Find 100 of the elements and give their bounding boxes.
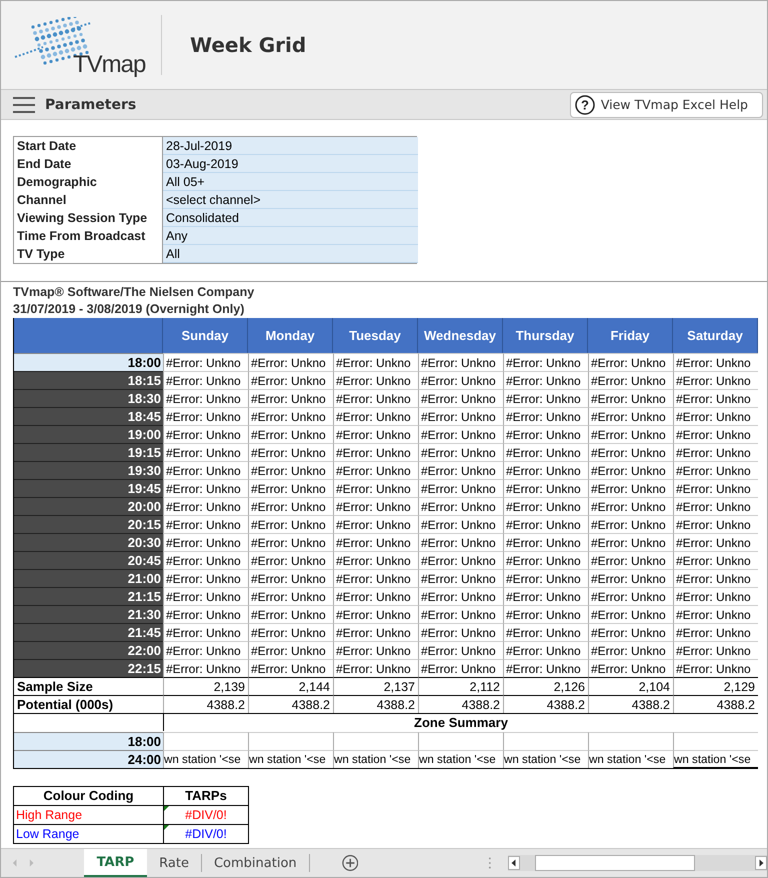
table-cell: #Error: Unkno [503, 497, 588, 515]
table-cell: #Error: Unkno [333, 389, 418, 407]
legend-label: Low Range [15, 826, 80, 843]
table-cell: #Error: Unkno [163, 623, 248, 641]
day-header: Wednesday [418, 318, 503, 353]
horizontal-scrollbar[interactable] [508, 855, 767, 871]
parameter-value[interactable]: Any [163, 227, 418, 245]
table-cell: #Error: Unkno [588, 479, 673, 497]
table-cell: #Error: Unkno [333, 551, 418, 569]
table-cell: #Error: Unkno [588, 425, 673, 443]
table-cell: #Error: Unkno [503, 515, 588, 533]
table-cell: #Error: Unkno [673, 371, 758, 389]
table-cell: #Error: Unkno [333, 371, 418, 389]
table-cell: wn station '<se [163, 750, 248, 768]
table-cell: #Error: Unkno [673, 605, 758, 623]
table-cell: 4388.2 [588, 695, 673, 713]
sheet-tab[interactable]: TARP [84, 849, 148, 877]
table-cell: #Error: Unkno [673, 659, 758, 677]
table-cell: 2,139 [163, 677, 248, 695]
table-cell: #Error: Unkno [503, 623, 588, 641]
table-cell: wn station '<se [418, 750, 503, 768]
time-cell: 19:30 [14, 461, 163, 479]
table-cell: #Error: Unkno [333, 443, 418, 461]
time-cell: 21:45 [14, 623, 163, 641]
table-cell: #Error: Unkno [333, 515, 418, 533]
table-cell: 2,104 [588, 677, 673, 695]
table-cell: #Error: Unkno [588, 389, 673, 407]
table-cell: #Error: Unkno [248, 587, 333, 605]
menu-icon[interactable] [13, 96, 35, 114]
table-cell: #Error: Unkno [418, 443, 503, 461]
table-cell: #Error: Unkno [333, 605, 418, 623]
table-cell: #Error: Unkno [588, 497, 673, 515]
table-cell: #Error: Unkno [503, 551, 588, 569]
table-cell: #Error: Unkno [333, 461, 418, 479]
table-cell: #Error: Unkno [418, 515, 503, 533]
parameter-value[interactable]: Consolidated [163, 209, 418, 227]
table-cell: #Error: Unkno [503, 425, 588, 443]
time-cell: 19:15 [14, 443, 163, 461]
help-button[interactable]: ? View TVmap Excel Help [570, 92, 763, 118]
day-header: Monday [248, 318, 333, 353]
table-cell: #Error: Unkno [588, 443, 673, 461]
table-cell: #Error: Unkno [418, 371, 503, 389]
table-cell: #Error: Unkno [673, 623, 758, 641]
table-cell: #Error: Unkno [503, 353, 588, 371]
table-cell: #Error: Unkno [163, 569, 248, 587]
logo-text: TVmap [73, 51, 146, 79]
table-cell: #Error: Unkno [673, 533, 758, 551]
time-cell: 20:30 [14, 533, 163, 551]
table-cell: #Error: Unkno [418, 389, 503, 407]
day-header: Thursday [503, 318, 588, 353]
time-cell: 20:15 [14, 515, 163, 533]
table-cell: #Error: Unkno [418, 461, 503, 479]
table-cell: #Error: Unkno [333, 623, 418, 641]
table-cell: #Error: Unkno [248, 605, 333, 623]
table-cell: #Error: Unkno [333, 533, 418, 551]
table-cell: #Error: Unkno [163, 461, 248, 479]
parameter-value[interactable]: All [163, 245, 418, 263]
table-cell: #Error: Unkno [163, 479, 248, 497]
table-cell: #Error: Unkno [418, 479, 503, 497]
table-cell: #Error: Unkno [333, 497, 418, 515]
corner-marker-icon [164, 806, 169, 811]
table-cell: #Error: Unkno [673, 551, 758, 569]
table-cell: #Error: Unkno [248, 353, 333, 371]
table-cell: #Error: Unkno [163, 407, 248, 425]
table-cell: #Error: Unkno [503, 443, 588, 461]
table-cell: #Error: Unkno [248, 479, 333, 497]
table-cell: #Error: Unkno [588, 407, 673, 425]
table-cell: #Error: Unkno [673, 479, 758, 497]
table-cell: #Error: Unkno [163, 389, 248, 407]
sheet-tab[interactable]: Rate [147, 854, 202, 872]
table-cell: #Error: Unkno [673, 515, 758, 533]
table-cell: #Error: Unkno [163, 371, 248, 389]
time-cell: 18:45 [14, 407, 163, 425]
table-cell: #Error: Unkno [503, 587, 588, 605]
table-cell: #Error: Unkno [418, 497, 503, 515]
table-cell: 2,129 [673, 677, 758, 695]
sheet-tab[interactable]: Combination [202, 854, 310, 872]
time-cell: 19:45 [14, 479, 163, 497]
table-cell: #Error: Unkno [333, 641, 418, 659]
zone-summary-title: Zone Summary [163, 713, 758, 731]
table-cell: #Error: Unkno [503, 659, 588, 677]
table-cell: #Error: Unkno [503, 371, 588, 389]
table-cell: #Error: Unkno [248, 515, 333, 533]
parameter-value[interactable]: <select channel> [163, 191, 418, 209]
table-cell: 2,144 [248, 677, 333, 695]
table-cell: 2,126 [503, 677, 588, 695]
table-cell: #Error: Unkno [333, 407, 418, 425]
parameters-label: Parameters [45, 96, 136, 112]
table-cell: #Error: Unkno [673, 497, 758, 515]
table-cell: #Error: Unkno [588, 461, 673, 479]
parameter-value[interactable]: 28-Jul-2019 [163, 137, 418, 155]
legend-value: #DIV/0! [185, 808, 227, 822]
parameter-value[interactable]: 03-Aug-2019 [163, 155, 418, 173]
day-header: Tuesday [333, 318, 418, 353]
table-cell: #Error: Unkno [418, 407, 503, 425]
table-cell: #Error: Unkno [588, 371, 673, 389]
parameter-value[interactable]: All 05+ [163, 173, 418, 191]
add-sheet-icon[interactable] [342, 854, 358, 872]
table-cell: 4388.2 [418, 695, 503, 713]
table-cell: #Error: Unkno [588, 533, 673, 551]
